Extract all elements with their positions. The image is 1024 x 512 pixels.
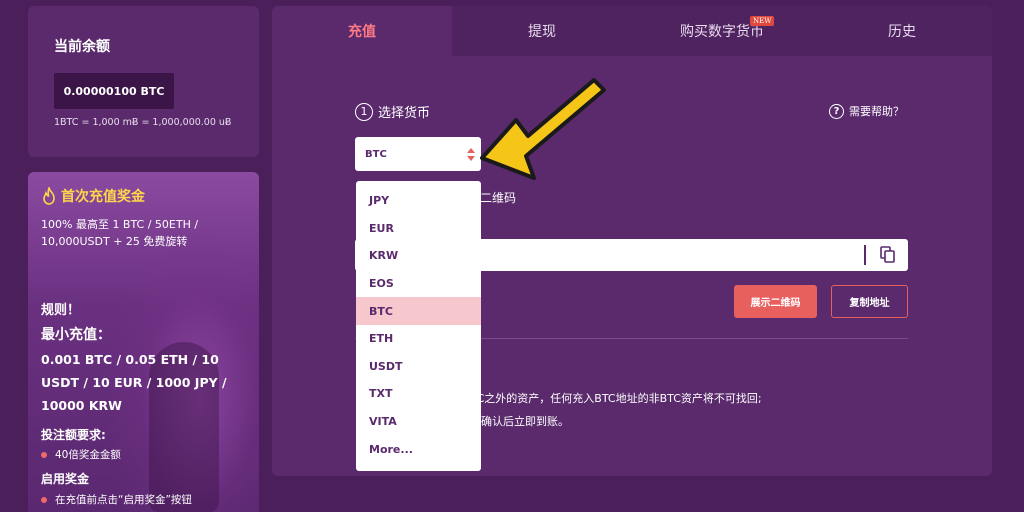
bonus-description: 100% 最高至 1 BTC / 50ETH / 10,000USDT + 25…	[41, 218, 199, 248]
min-deposit-values: 0.001 BTC / 0.05 ETH / 10 USDT / 10 EUR …	[41, 352, 227, 413]
wallet-tabs: 充值 提现 购买数字货币 NEW 历史	[272, 6, 992, 56]
dropdown-option-eos[interactable]: EOS	[356, 270, 481, 298]
bullet-dot	[41, 496, 47, 503]
first-deposit-bonus-card: 首次充值奖金 100% 最高至 1 BTC / 50ETH / 10,000US…	[28, 172, 259, 512]
wager-requirement-title: 投注额要求:	[41, 428, 106, 442]
dropdown-option-txt[interactable]: TXT	[356, 380, 481, 408]
enable-bonus-text: 在充值前点击“启用奖金”按钮	[55, 494, 192, 506]
fire-icon	[43, 187, 55, 205]
balance-card: 当前余额 0.00000100 BTC 1BTC = 1,000 mɃ = 1,…	[28, 6, 259, 157]
tab-history[interactable]: 历史	[812, 6, 992, 56]
rules-title: 规则！	[41, 303, 81, 318]
tab-buy-crypto[interactable]: 购买数字货币 NEW	[632, 6, 812, 56]
wager-requirement-text: 40倍奖金金额	[55, 449, 121, 461]
bullet-dot	[41, 451, 47, 458]
step-label: 选择货币	[378, 106, 431, 121]
currency-select[interactable]: BTC	[355, 137, 481, 171]
dropdown-option-vita[interactable]: VITA	[356, 408, 481, 436]
copy-address-button[interactable]: 复制地址	[831, 285, 908, 318]
balance-title: 当前余额	[54, 39, 110, 55]
tab-deposit[interactable]: 充值	[272, 6, 452, 56]
question-icon: ?	[829, 103, 844, 119]
step-number: 1	[355, 102, 373, 121]
field-separator	[864, 245, 866, 265]
dropdown-option-eth[interactable]: ETH	[356, 325, 481, 353]
tab-withdraw[interactable]: 提现	[452, 6, 632, 56]
help-link[interactable]: ? 需要帮助？	[829, 103, 904, 119]
conversion-rate: 1BTC = 1,000 mɃ = 1,000,000.00 uɃ	[54, 117, 232, 128]
help-label: 需要帮助？	[849, 105, 904, 118]
copy-icon[interactable]	[880, 246, 896, 264]
enable-bonus-item: 在充值前点击“启用奖金”按钮	[41, 492, 192, 507]
wager-requirement-item: 40倍奖金金额	[41, 447, 121, 462]
bonus-header: 首次充值奖金	[41, 186, 145, 206]
new-badge: NEW	[750, 16, 775, 26]
pointer-arrow-icon	[480, 78, 606, 180]
selected-currency: BTC	[365, 148, 387, 160]
currency-dropdown: JPY EUR KRW EOS BTC ETH USDT TXT VITA Mo…	[356, 181, 481, 471]
dropdown-option-jpy[interactable]: JPY	[356, 187, 481, 215]
dropdown-option-krw[interactable]: KRW	[356, 242, 481, 270]
dropdown-option-eur[interactable]: EUR	[356, 215, 481, 243]
min-deposit-title: 最小充值：	[41, 327, 111, 343]
bonus-title: 首次充值奖金	[61, 189, 145, 205]
dropdown-option-usdt[interactable]: USDT	[356, 353, 481, 381]
step-select-currency: 1 选择货币	[355, 102, 430, 121]
dropdown-option-more[interactable]: More...	[356, 435, 481, 463]
qr-code-section-label: 二维码	[480, 191, 517, 205]
show-qr-button[interactable]: 展示二维码	[734, 285, 817, 318]
enable-bonus-title: 启用奖金	[41, 472, 90, 486]
dropdown-option-btc[interactable]: BTC	[356, 297, 481, 325]
balance-amount: 0.00000100 BTC	[54, 73, 174, 109]
deposit-notice-1: 除BTC之外的资产，任何充入BTC地址的非BTC资产将不可找回;	[452, 392, 762, 405]
sort-arrows-icon	[467, 148, 475, 161]
